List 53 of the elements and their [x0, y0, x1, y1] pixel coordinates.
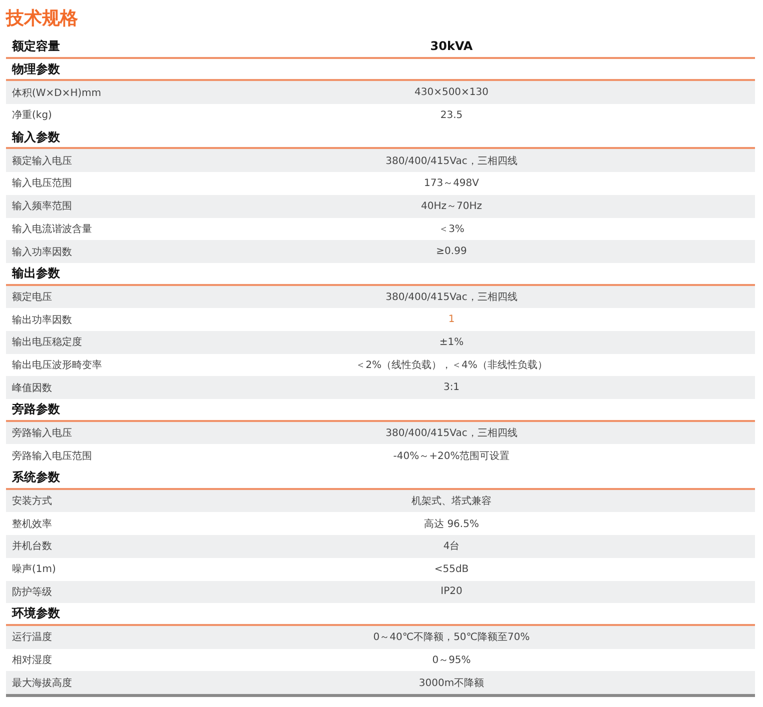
section-heading: 输入参数 [10, 128, 61, 146]
spec-value: 高达 96.5% [423, 518, 480, 531]
spec-label: 输入电流谐波含量 [11, 222, 93, 236]
spec-label: 输出电压波形畸变率 [11, 358, 103, 372]
spec-value: 3:1 [442, 382, 461, 394]
spec-label: 防护等级 [11, 586, 53, 599]
spec-label: 输入电压范围 [11, 176, 73, 190]
spec-label: 安装方式 [11, 494, 53, 508]
spec-label: 旁路输入电压范围 [11, 450, 93, 463]
spec-label: 额定输入电压 [11, 154, 73, 168]
spec-label: 额定容量 [10, 38, 61, 55]
section-heading: 输出参数 [10, 264, 61, 282]
spec-value: 380/400/415Vac，三相四线 [384, 426, 518, 440]
spec-label: 旁路输入电压 [11, 426, 73, 440]
spec-label: 并机台数 [11, 540, 53, 554]
spec-label: 输入频率范围 [11, 200, 73, 214]
spec-value: 23.5 [439, 110, 464, 121]
spec-value: 40Hz～70Hz [420, 200, 483, 214]
spec-value: <55dB [433, 564, 470, 575]
spec-label: 输入功率因数 [11, 246, 73, 259]
spec-label: 运行温度 [11, 630, 53, 644]
spec-label: 噪声(1m) [11, 562, 57, 576]
spec-value: 1 [447, 314, 456, 326]
spec-value: 173～498V [422, 177, 480, 190]
spec-value: 3000m不降额 [418, 676, 486, 690]
spec-value: ＜3% [438, 222, 466, 236]
section-heading: 系统参数 [11, 468, 61, 486]
page-title: 技术规格 [6, 7, 79, 31]
spec-value: IP20 [440, 586, 464, 598]
spec-label: 额定电压 [11, 290, 53, 304]
spec-value: -40%～+20%范围可设置 [392, 450, 511, 463]
spec-value: 30kVA [429, 39, 474, 54]
section-heading: 旁路参数 [11, 400, 61, 418]
spec-label: 峰值因数 [11, 382, 53, 395]
spec-value: 380/400/415Vac，三相四线 [384, 290, 518, 304]
spec-value: ±1% [438, 336, 465, 348]
spec-value: 4台 [442, 540, 461, 554]
spec-label: 输出电压稳定度 [11, 336, 83, 350]
spec-value: 0～40℃不降额，50℃降额至70% [372, 630, 531, 644]
spec-label: 体积(W×D×H)mm [11, 86, 102, 100]
spec-label: 相对湿度 [11, 654, 53, 667]
spec-value: 430×500×130 [413, 87, 490, 98]
spec-value: 0～95% [431, 654, 472, 667]
spec-value: ＜2%（线性负载），＜4%（非线性负载） [354, 358, 548, 372]
section-heading: 物理参数 [10, 60, 61, 78]
spec-value: 机架式、塔式兼容 [410, 494, 492, 508]
spec-value: 380/400/415Vac，三相四线 [384, 154, 518, 168]
spec-value: ≥0.99 [435, 246, 468, 258]
section-heading: 环境参数 [10, 605, 61, 622]
spec-label: 最大海拔高度 [11, 676, 73, 690]
spec-label: 净重(kg) [11, 108, 53, 122]
spec-label: 输出功率因数 [11, 314, 73, 327]
spec-label: 整机效率 [11, 518, 53, 531]
